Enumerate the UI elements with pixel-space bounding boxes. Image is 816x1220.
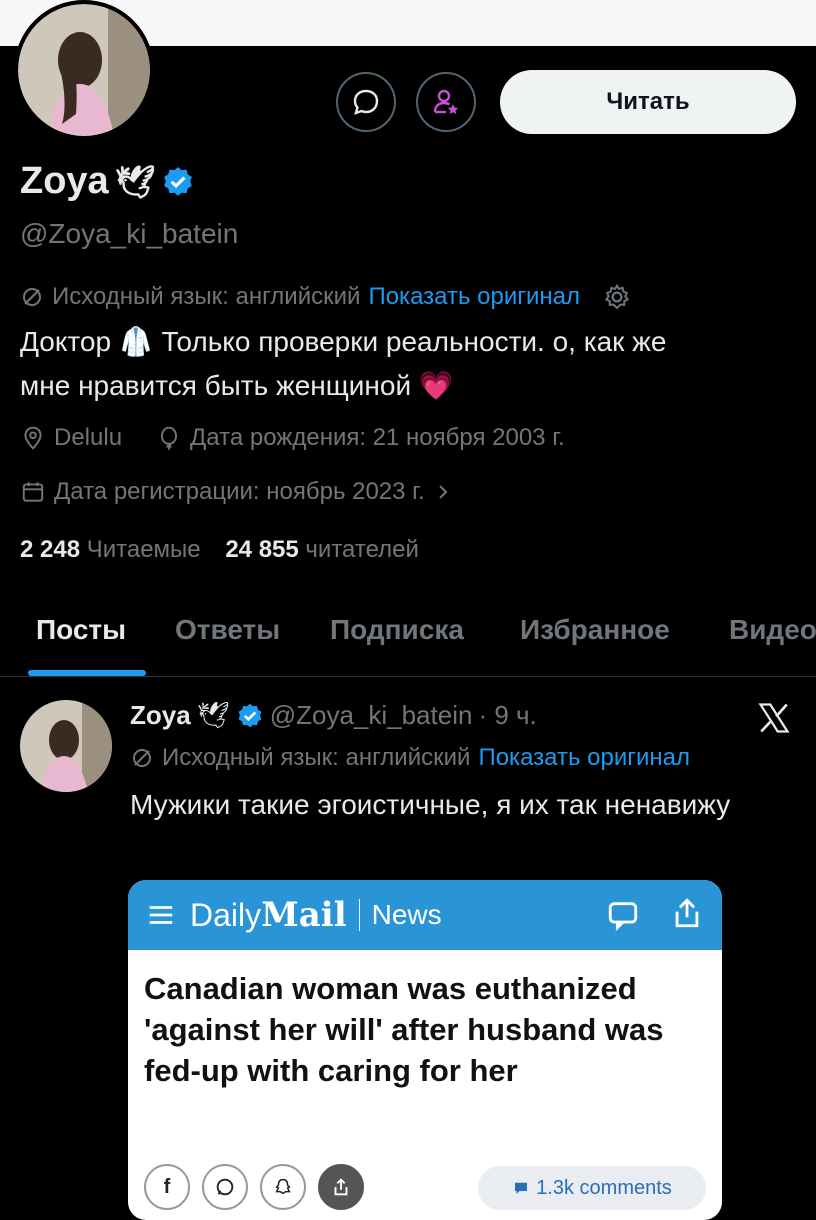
tab-replies[interactable]: Ответы [175, 614, 280, 646]
hamburger-menu-icon [149, 906, 173, 924]
post-author-name[interactable]: Zoya [130, 700, 191, 731]
following-label: Читаемые [86, 536, 201, 563]
facebook-icon: f [144, 1164, 190, 1210]
verified-badge-icon [238, 703, 262, 727]
profile-avatar[interactable] [14, 0, 154, 140]
profile-bio: Доктор 🥼 Только проверки реальности. о, … [20, 320, 800, 408]
post-author-handle[interactable]: @Zoya_ki_batein [270, 700, 473, 731]
followers-link[interactable]: 24 855 читателей [225, 536, 419, 563]
news-headline: Canadian woman was euthanized 'against h… [144, 971, 664, 1088]
show-original-link[interactable]: Показать оригинал [368, 283, 580, 311]
following-link[interactable]: 2 248 Читаемые [20, 536, 201, 563]
follow-button[interactable]: Читать [500, 70, 796, 134]
calendar-icon [22, 482, 44, 502]
post-translation-note: Исходный язык: английский Показать ориги… [130, 744, 690, 772]
person-star-icon [433, 89, 458, 114]
birthday-text: Дата рождения: 21 ноября 2003 г. [190, 424, 565, 451]
post-translation-language: Исходный язык: английский [162, 744, 471, 771]
speech-bubble-icon [515, 1182, 528, 1194]
brand-mail: Mail [261, 895, 347, 935]
followers-count: 24 855 [225, 536, 299, 563]
share-buttons: f [144, 1164, 364, 1210]
profile-joined-row[interactable]: Дата регистрации: ноябрь 2023 г. [20, 478, 453, 506]
translate-icon [133, 749, 151, 767]
profile-meta-row: Delulu Дата рождения: 21 ноября 2003 г. [20, 424, 565, 452]
post-avatar[interactable] [20, 700, 112, 792]
subscribe-button[interactable] [416, 72, 476, 132]
comments-count-pill: 1.3k comments [478, 1166, 706, 1210]
gear-icon[interactable] [602, 282, 632, 312]
share-icon [675, 898, 699, 928]
followers-label: читателей [305, 536, 419, 563]
profile-name-row: Zoya 🕊 [20, 160, 195, 203]
verified-badge-icon[interactable] [161, 165, 195, 199]
section-news: News [358, 899, 442, 931]
brand-daily: Daily [190, 896, 262, 933]
following-count: 2 248 [20, 536, 81, 563]
daily-mail-header: Daily Mail News [128, 880, 722, 950]
location-text: Delulu [54, 424, 123, 451]
follow-stats: 2 248 Читаемые 24 855 читателей [20, 536, 419, 564]
chat-bubble-icon [353, 89, 379, 115]
message-button[interactable] [336, 72, 396, 132]
tab-video[interactable]: Видео [729, 614, 816, 646]
bio-line: Доктор 🥼 Только проверки реальности. о, … [20, 326, 667, 357]
snapchat-icon [260, 1164, 306, 1210]
whatsapp-icon [202, 1164, 248, 1210]
bio-line: мне нравится быть женщиной 💗 [20, 370, 454, 401]
profile-tabs: Посты Ответы Подписка Избранное Видео [0, 600, 816, 677]
news-image-card[interactable]: Daily Mail News Canadian woman was eutha… [128, 880, 722, 1220]
translation-note: Исходный язык: английский Показать ориги… [20, 282, 632, 312]
dove-emoji: 🕊 [196, 700, 230, 730]
translate-icon [23, 288, 41, 306]
chevron-right-icon [438, 485, 448, 499]
tab-posts[interactable]: Посты [36, 614, 126, 646]
dove-emoji: 🕊 [114, 163, 156, 200]
profile-name: Zoya [20, 160, 109, 202]
post-show-original-link[interactable]: Показать оригинал [478, 744, 690, 772]
more-share-icon [318, 1164, 364, 1210]
translation-language: Исходный язык: английский [52, 283, 361, 310]
active-tab-indicator [28, 670, 146, 676]
balloon-icon [161, 426, 178, 450]
comments-count: 1.3k comments [536, 1176, 672, 1199]
comment-icon [608, 902, 638, 932]
tab-highlights[interactable]: Избранное [520, 614, 670, 646]
x-logo-icon [756, 700, 792, 741]
joined-text: Дата регистрации: ноябрь 2023 г. [54, 478, 425, 505]
profile-handle: @Zoya_ki_batein [20, 218, 239, 249]
tab-subscription[interactable]: Подписка [330, 614, 464, 646]
post-timestamp[interactable]: · 9 ч. [478, 700, 536, 731]
post-header: Zoya 🕊 @Zoya_ki_batein · 9 ч. [130, 700, 537, 731]
location-pin-icon [24, 426, 42, 450]
post-text: Мужики такие эгоистичные, я их так ненав… [130, 789, 731, 820]
